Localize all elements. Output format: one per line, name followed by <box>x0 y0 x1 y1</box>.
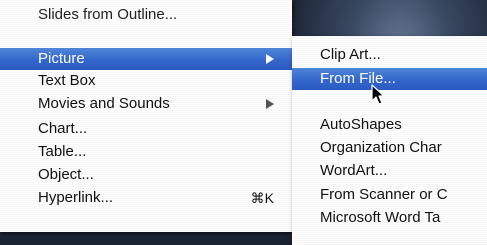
submenu-item-label: From Scanner or C <box>320 186 448 203</box>
submenu-item-autoshapes[interactable]: AutoShapes <box>292 114 487 136</box>
submenu-item-label: AutoShapes <box>320 116 402 133</box>
arrow-pointer-icon <box>371 84 385 105</box>
menu-item-label: Chart... <box>38 120 88 137</box>
submenu-item-label: Organization Char <box>320 139 442 156</box>
submenu-item-label: Microsoft Word Ta <box>320 209 441 226</box>
submenu-arrow-icon <box>266 54 274 64</box>
menu-separator <box>0 28 292 40</box>
menu-item-chart[interactable]: Chart... <box>0 118 292 140</box>
submenu-item-wordart[interactable]: WordArt... <box>292 160 487 182</box>
submenu-arrow-icon <box>266 99 274 109</box>
submenu-item-from-file[interactable]: From File... <box>292 68 487 90</box>
menu-item-label: Text Box <box>38 72 96 89</box>
menu-item-label: Picture <box>38 50 85 67</box>
menu-item-label: Object... <box>38 166 94 183</box>
screen: Slides from Outline... Picture Text Box … <box>0 0 487 245</box>
menu-item-slides-from-outline[interactable]: Slides from Outline... <box>0 4 292 26</box>
submenu-item-clip-art[interactable]: Clip Art... <box>292 44 487 66</box>
menu-item-movies-and-sounds[interactable]: Movies and Sounds <box>0 93 292 115</box>
submenu-item-from-scanner[interactable]: From Scanner or C <box>292 184 487 206</box>
submenu-item-organization-chart[interactable]: Organization Char <box>292 137 487 159</box>
menu-item-label: Hyperlink... <box>38 189 114 206</box>
menu-separator <box>292 92 487 104</box>
menu-item-picture[interactable]: Picture <box>0 48 292 70</box>
menu-item-hyperlink[interactable]: Hyperlink... ⌘K <box>0 187 292 209</box>
submenu-item-label: WordArt... <box>320 162 388 179</box>
menu-item-text-box[interactable]: Text Box <box>0 70 292 92</box>
keyboard-shortcut: ⌘K <box>250 190 274 206</box>
menu-item-object[interactable]: Object... <box>0 164 292 186</box>
insert-menu: Slides from Outline... Picture Text Box … <box>0 0 292 232</box>
submenu-item-label: Clip Art... <box>320 46 381 63</box>
menu-item-label: Table... <box>38 143 87 160</box>
menu-item-label: Movies and Sounds <box>38 95 170 112</box>
picture-submenu: Clip Art... From File... AutoShapes Orga… <box>292 36 487 245</box>
submenu-item-microsoft-word-table[interactable]: Microsoft Word Ta <box>292 207 487 229</box>
menu-item-table[interactable]: Table... <box>0 141 292 163</box>
menu-item-label: Slides from Outline... <box>38 6 178 23</box>
